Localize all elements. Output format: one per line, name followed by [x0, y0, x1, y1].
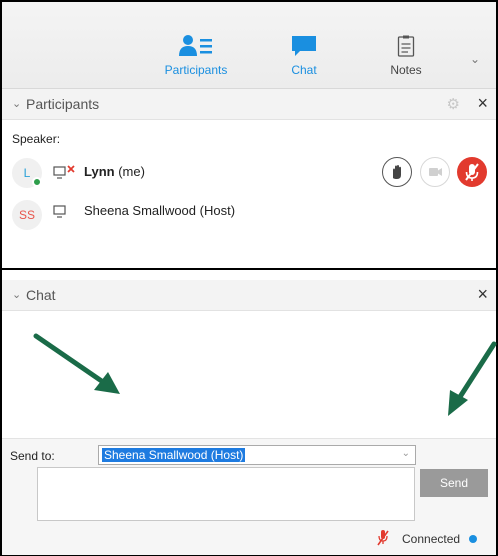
participant-name-bold: Lynn	[84, 164, 115, 179]
avatar-initials: SS	[18, 208, 35, 222]
chat-message-input[interactable]	[37, 467, 415, 521]
notes-icon	[397, 35, 415, 57]
section-divider	[2, 268, 496, 270]
hand-icon	[393, 165, 401, 179]
notes-tab-button[interactable]: Notes	[366, 35, 446, 77]
avatar-initials: L	[23, 166, 31, 180]
recipient-dropdown[interactable]: Sheena Smallwood (Host) ⌄	[98, 445, 416, 465]
participant-row-lynn[interactable]: L Lynn (me)	[2, 155, 496, 191]
computer-audio-muted-icon	[53, 165, 75, 179]
more-options-chevron-icon[interactable]: ⌄	[470, 52, 480, 66]
chat-compose-area: Send to: Sheena Smallwood (Host) ⌄ Send …	[2, 438, 496, 555]
chat-section-title: Chat	[26, 287, 56, 303]
participant-name: Sheena Smallwood (Host)	[84, 203, 236, 218]
close-chat-icon[interactable]: ×	[477, 284, 488, 305]
notes-tab-label: Notes	[390, 63, 422, 77]
participants-tab-label: Participants	[164, 63, 228, 77]
speaker-label: Speaker:	[12, 132, 61, 146]
recipient-selected-value: Sheena Smallwood (Host)	[102, 448, 246, 462]
participants-tab-button[interactable]: Participants	[156, 35, 236, 77]
chevron-down-icon: ⌄	[401, 448, 410, 459]
chat-bubble-icon	[292, 36, 316, 56]
send-button[interactable]: Send	[420, 469, 488, 497]
meeting-panel-window: Participants Chat Notes ⌄ ⌄ Participants…	[0, 0, 498, 556]
participants-section-title: Participants	[26, 96, 100, 112]
connection-status-dot	[469, 535, 477, 543]
close-participants-icon[interactable]: ×	[477, 93, 488, 114]
panel-toolbar: Participants Chat Notes ⌄	[2, 2, 496, 89]
chat-tab-label: Chat	[291, 63, 317, 77]
avatar: SS	[12, 200, 42, 230]
online-status-icon	[32, 177, 42, 187]
participant-me-suffix: (me)	[118, 164, 145, 179]
raise-hand-button[interactable]	[382, 157, 412, 187]
mute-button[interactable]	[457, 157, 487, 187]
participant-name: Lynn (me)	[84, 164, 145, 179]
collapse-participants-chevron-icon[interactable]: ⌄	[12, 97, 21, 110]
gear-icon[interactable]: ⚙	[447, 95, 460, 113]
microphone-muted-icon	[377, 530, 389, 546]
microphone-muted-icon	[465, 163, 479, 181]
annotation-arrow-left	[33, 333, 120, 394]
send-to-label: Send to:	[10, 449, 55, 463]
computer-audio-icon	[53, 205, 66, 218]
annotation-arrow-right	[448, 341, 497, 416]
participants-section-header: ⌄ Participants ⚙ ×	[2, 89, 496, 120]
participants-icon	[179, 35, 212, 56]
connection-status-text: Connected	[402, 532, 461, 546]
video-camera-icon	[429, 168, 442, 176]
chat-section-header: ⌄ Chat ×	[2, 280, 496, 311]
participant-row-sheena[interactable]: SS Sheena Smallwood (Host)	[2, 198, 496, 234]
collapse-chat-chevron-icon[interactable]: ⌄	[12, 288, 21, 301]
avatar: L	[12, 158, 42, 188]
video-button[interactable]	[420, 157, 450, 187]
chat-tab-button[interactable]: Chat	[264, 35, 344, 77]
